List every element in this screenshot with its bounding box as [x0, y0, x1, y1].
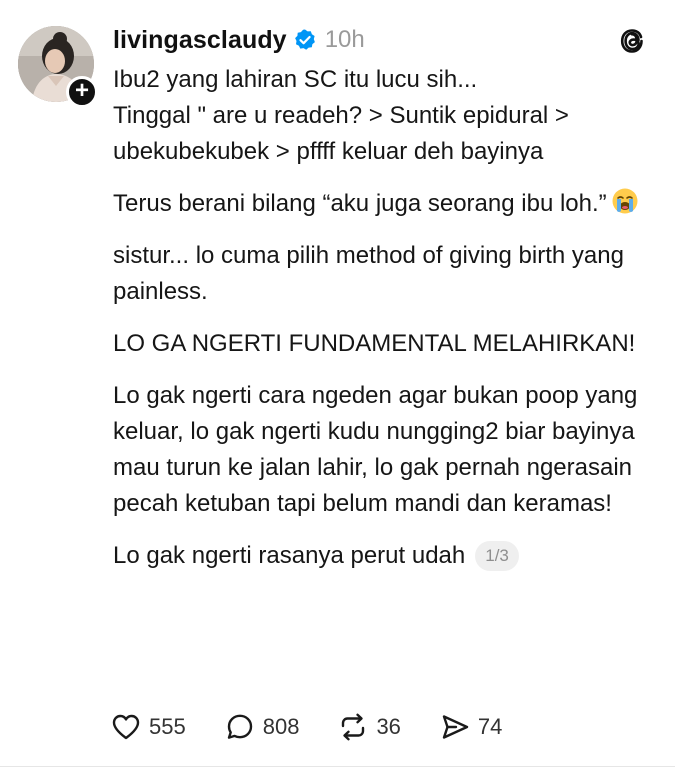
post-paragraph: Tinggal " are u readeh? > Suntik epidura… — [113, 102, 569, 165]
post-paragraph: Lo gak ngerti cara ngeden agar bukan poo… — [113, 382, 638, 517]
username[interactable]: livingasclaudy — [113, 26, 287, 55]
reply-count: 808 — [262, 714, 300, 739]
loudly-crying-face-icon — [612, 188, 638, 214]
page-indicator[interactable]: 1/3 — [475, 541, 519, 571]
post-divider — [0, 766, 675, 767]
comment-icon — [227, 714, 252, 739]
repost-button[interactable]: 36 — [337, 711, 401, 743]
share-button[interactable]: 74 — [439, 711, 502, 743]
like-button[interactable]: 555 — [110, 711, 186, 743]
threads-logo-icon[interactable] — [617, 26, 647, 56]
post-header: livingasclaudy 10h — [113, 22, 365, 58]
verified-badge-icon — [294, 29, 315, 50]
thread-post: + livingasclaudy 10h Ibu2 yang lahiran S… — [0, 0, 675, 768]
repost-count: 36 — [376, 714, 401, 739]
post-paragraph-text: Terus berani bilang “aku juga seorang ib… — [113, 190, 607, 217]
post-paragraph: LO GA NGERTI FUNDAMENTAL MELAHIRKAN! — [113, 330, 636, 357]
heart-icon — [112, 714, 140, 740]
share-count: 74 — [477, 714, 503, 739]
plus-icon: + — [74, 77, 89, 104]
post-paragraph: Ibu2 yang lahiran SC itu lucu sih... — [113, 66, 478, 93]
reply-button[interactable]: 808 — [224, 711, 300, 743]
repost-icon — [342, 713, 365, 741]
post-time: 10h — [324, 26, 365, 53]
post-body: Ibu2 yang lahiran SC itu lucu sih... Tin… — [113, 62, 643, 590]
like-count: 555 — [149, 714, 186, 739]
follow-button[interactable]: + — [66, 76, 98, 108]
post-paragraph: sistur... lo cuma pilih method of giving… — [113, 242, 624, 305]
post-paragraph-text: Lo gak ngerti rasanya perut udah — [113, 542, 466, 569]
post-paragraph-last: Lo gak ngerti rasanya perut udah 1/3 — [113, 538, 643, 574]
action-bar: 555 808 36 74 — [110, 708, 540, 746]
send-icon — [442, 715, 469, 739]
post-paragraph-with-emoji: Terus berani bilang “aku juga seorang ib… — [113, 186, 643, 222]
avatar-container: + — [18, 26, 98, 108]
